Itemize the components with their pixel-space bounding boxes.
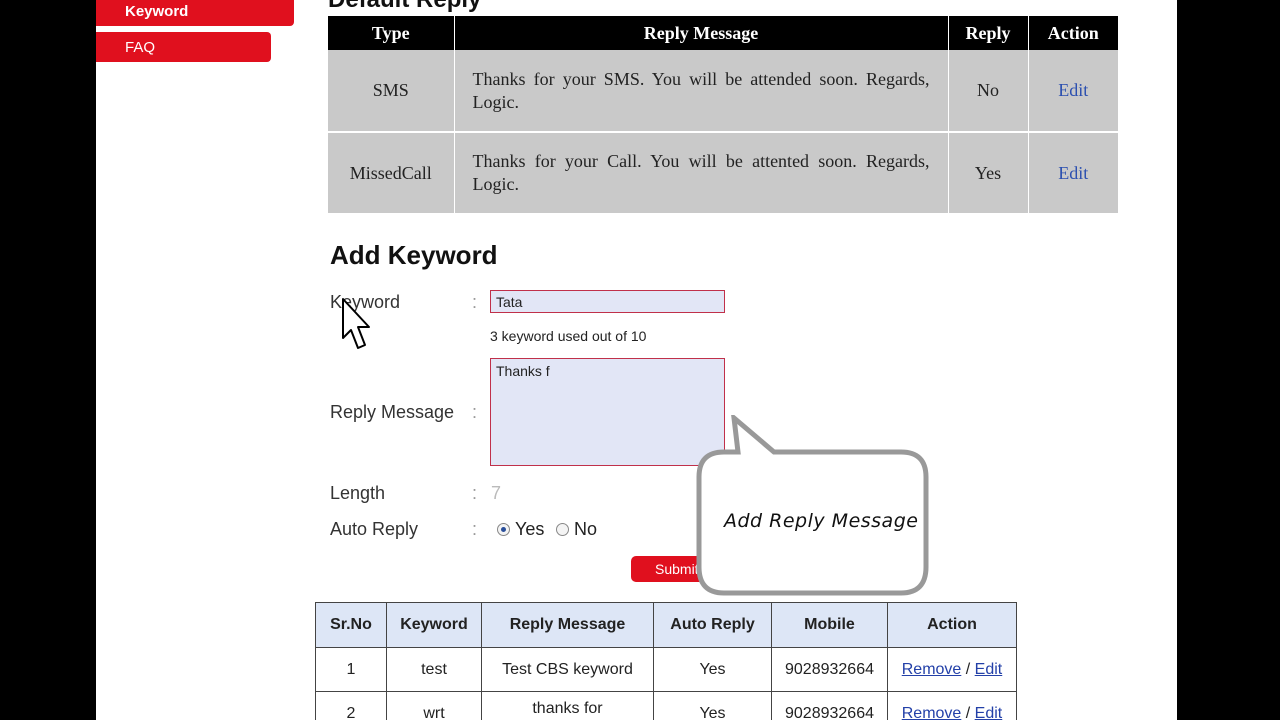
default-reply-title: Default Reply	[328, 0, 481, 14]
column-header: Reply Message	[481, 602, 654, 648]
column-header: Sr.No	[315, 602, 387, 648]
sidebar-item-keyword[interactable]: Keyword	[96, 0, 294, 26]
action-separator: /	[965, 704, 971, 720]
auto-reply-label: Auto Reply	[330, 519, 419, 539]
column-header: Keyword	[386, 602, 482, 648]
reply-cell: No	[948, 50, 1029, 133]
reply-message-label: Reply Message	[330, 402, 455, 422]
auto-reply-yes-label: Yes	[515, 519, 545, 539]
keyword-list-table: Sr.No Keyword Reply Message Auto Reply M…	[315, 602, 1017, 720]
colon: :	[472, 519, 478, 539]
remove-link[interactable]: Remove	[902, 705, 962, 720]
sidebar-item-faq[interactable]: FAQ	[96, 32, 271, 62]
table-row: 2 wrt thanks for Yes 9028932664 Remove /…	[315, 691, 1017, 720]
table-row: MissedCall Thanks for your Call. You wil…	[328, 132, 1118, 215]
mobile-cell: 9028932664	[771, 647, 888, 692]
auto-reply-cell: Yes	[653, 647, 772, 692]
sidebar-item-label: Keyword	[125, 2, 189, 20]
sr-cell: 2	[315, 691, 387, 720]
mouse-cursor-icon	[342, 298, 370, 349]
edit-link[interactable]: Edit	[975, 661, 1003, 678]
length-label: Length	[330, 483, 386, 503]
table-row: SMS Thanks for your SMS. You will be att…	[328, 50, 1118, 133]
auto-reply-no-radio[interactable]	[556, 523, 569, 536]
page-content: Keyword FAQ Default Reply Type Reply Mes…	[96, 0, 1177, 720]
type-cell: SMS	[328, 50, 455, 133]
type-cell: MissedCall	[328, 132, 455, 215]
keyword-cell: test	[386, 647, 482, 692]
edit-link[interactable]: Edit	[1058, 80, 1088, 100]
keyword-usage-text: 3 keyword used out of 10	[490, 328, 647, 344]
column-header: Mobile	[771, 602, 888, 648]
column-header: Action	[887, 602, 1017, 648]
column-header: Reply	[948, 16, 1029, 50]
colon: :	[472, 292, 478, 312]
action-cell: Edit	[1028, 50, 1118, 133]
auto-reply-cell: Yes	[653, 691, 772, 720]
reply-cell: Yes	[948, 132, 1029, 215]
callout-bubble	[696, 415, 929, 596]
column-header: Auto Reply	[653, 602, 772, 648]
table-header-row: Type Reply Message Reply Action	[328, 16, 1118, 50]
keyword-input[interactable]	[490, 290, 725, 313]
column-header: Reply Message	[454, 16, 949, 50]
colon: :	[472, 402, 478, 422]
default-reply-table: Type Reply Message Reply Action SMS Than…	[328, 16, 1118, 215]
message-cell: Thanks for your SMS. You will be attende…	[454, 50, 949, 133]
action-separator: /	[965, 660, 971, 678]
action-cell: Remove / Edit	[887, 647, 1017, 692]
column-header: Action	[1028, 16, 1118, 50]
colon: :	[472, 483, 478, 503]
auto-reply-yes-radio[interactable]	[497, 523, 510, 536]
keyword-cell: wrt	[386, 691, 482, 720]
edit-link[interactable]: Edit	[1058, 163, 1088, 183]
edit-link[interactable]: Edit	[975, 705, 1003, 720]
mobile-cell: 9028932664	[771, 691, 888, 720]
table-row: 1 test Test CBS keyword Yes 9028932664 R…	[315, 647, 1017, 692]
column-header: Type	[328, 16, 455, 50]
sidebar-item-label: FAQ	[125, 38, 156, 56]
message-cell: thanks for	[481, 691, 654, 720]
sr-cell: 1	[315, 647, 387, 692]
length-value: 7	[491, 483, 502, 503]
remove-link[interactable]: Remove	[902, 661, 962, 678]
add-keyword-title: Add Keyword	[330, 240, 498, 270]
reply-message-textarea[interactable]: Thanks f	[490, 358, 725, 466]
message-cell: Test CBS keyword	[481, 647, 654, 692]
auto-reply-no-label: No	[574, 519, 598, 539]
message-cell: Thanks for your Call. You will be attent…	[454, 132, 949, 215]
callout-text: Add Reply Message	[724, 510, 919, 532]
action-cell: Remove / Edit	[887, 691, 1017, 720]
action-cell: Edit	[1028, 132, 1118, 215]
table-header-row: Sr.No Keyword Reply Message Auto Reply M…	[315, 602, 1017, 648]
